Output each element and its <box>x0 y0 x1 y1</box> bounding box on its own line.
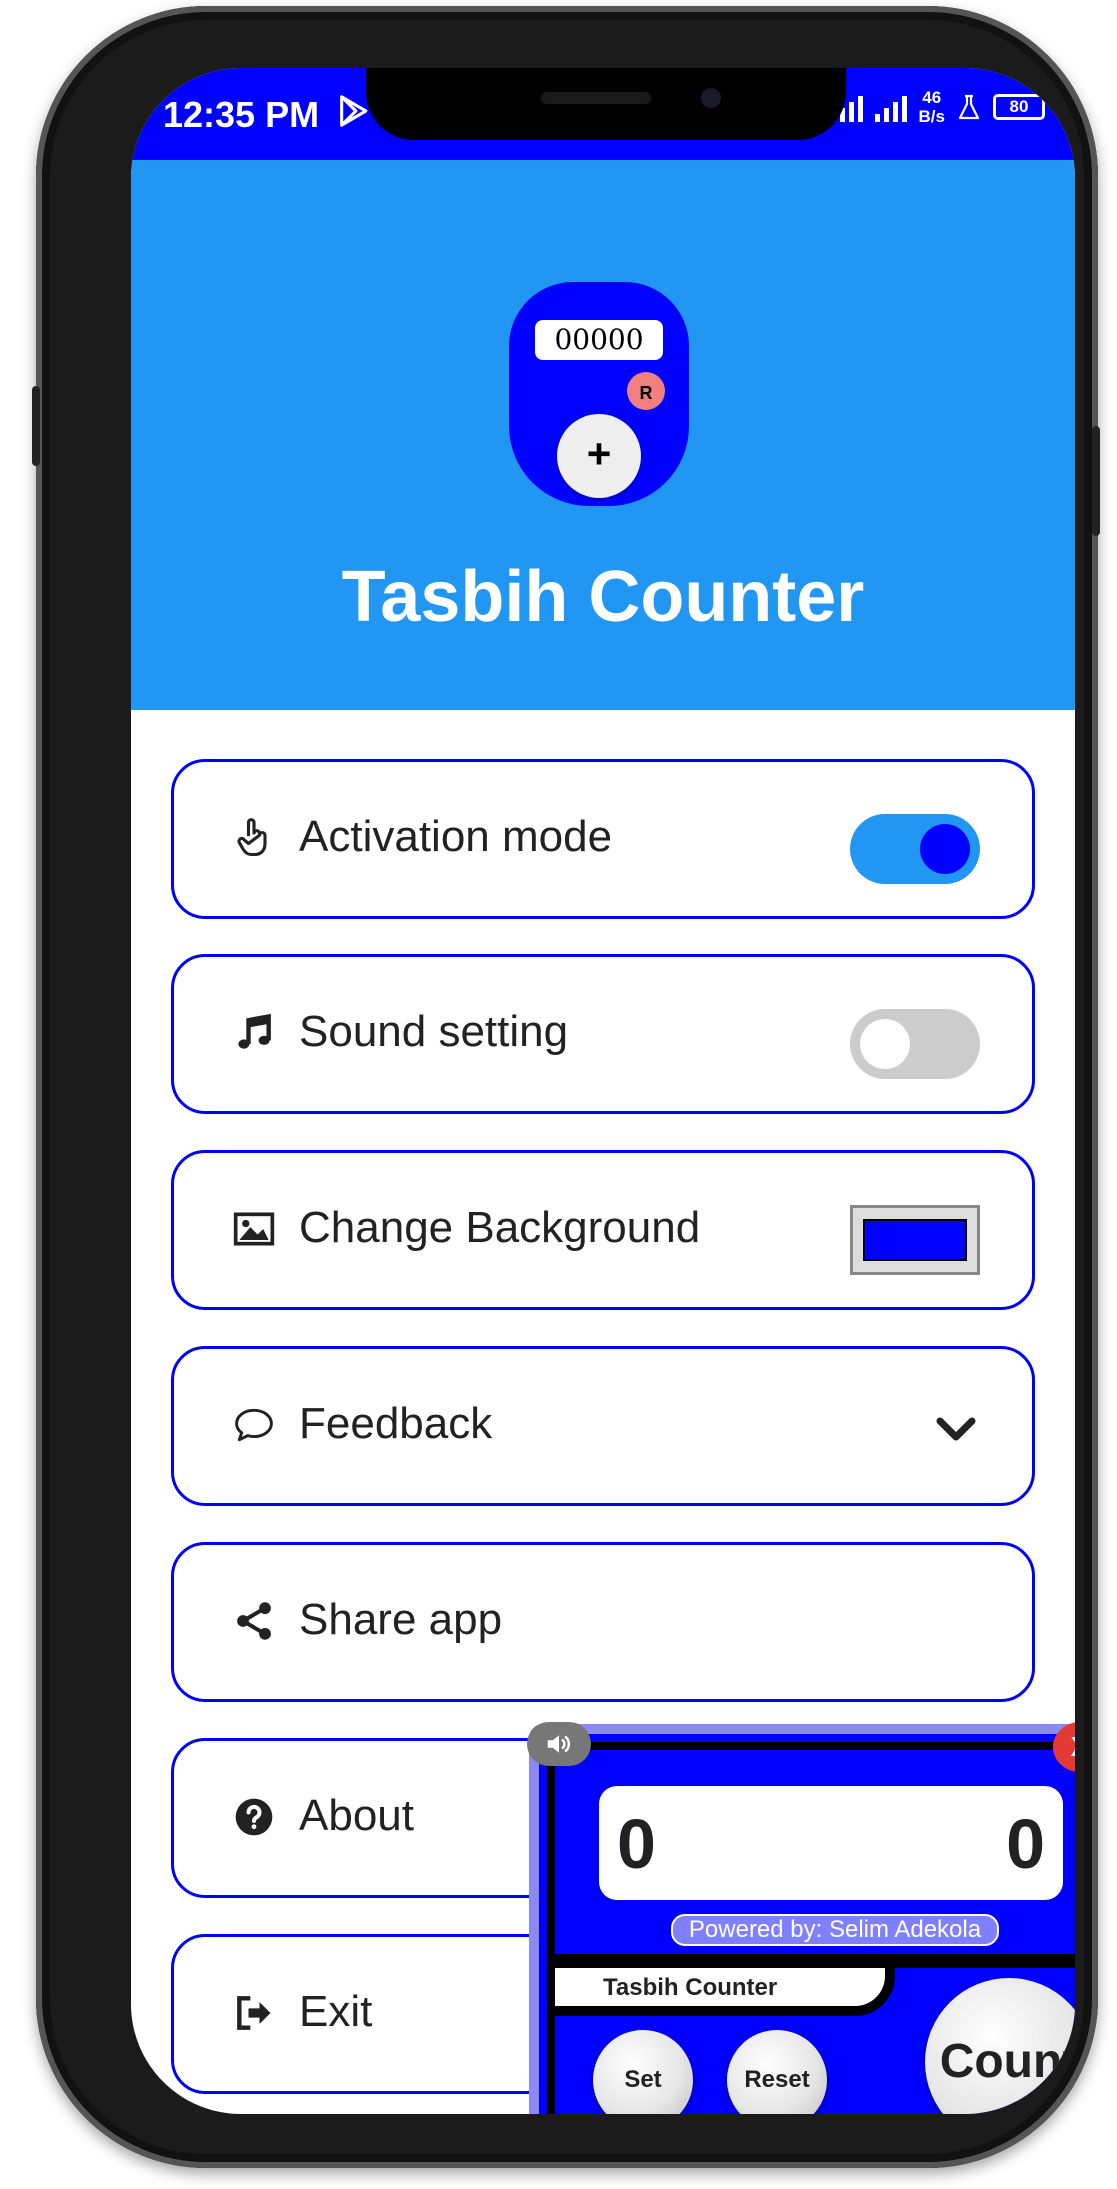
reset-button[interactable]: Reset <box>727 2030 827 2114</box>
sound-setting-row[interactable]: Sound setting <box>171 954 1035 1114</box>
toggle-knob <box>860 1019 910 1069</box>
share-app-label: Share app <box>299 1595 503 1644</box>
status-time: 12:35 PM <box>163 94 320 135</box>
play-store-icon <box>340 95 368 127</box>
feedback-row[interactable]: Feedback <box>171 1346 1035 1506</box>
counter-left-value: 0 <box>617 1805 656 1883</box>
share-icon <box>237 1602 271 1640</box>
flask-icon <box>958 94 980 120</box>
net-speed: 46 B/s <box>918 88 945 126</box>
sound-setting-toggle[interactable] <box>850 1009 980 1079</box>
battery-icon: 80 <box>993 94 1045 120</box>
floating-counter-widget[interactable]: 0 0 Powered by: Selim Adekola Tasbih Cou… <box>527 1722 1075 2114</box>
counter-right-value: 0 <box>1006 1805 1045 1883</box>
question-circle-icon <box>235 1798 273 1836</box>
color-swatch <box>863 1219 967 1261</box>
side-button <box>32 386 40 466</box>
speaker-icon <box>547 1735 571 1753</box>
earpiece <box>541 92 651 104</box>
widget-title-tab: Tasbih Counter <box>555 1968 895 2016</box>
about-label: About <box>299 1791 414 1840</box>
front-camera <box>701 88 721 108</box>
status-right: 46 B/s 80 <box>830 88 1045 126</box>
speech-bubble-icon <box>235 1408 273 1442</box>
activation-mode-toggle[interactable] <box>850 814 980 884</box>
camera-notch <box>366 68 846 140</box>
image-icon <box>233 1212 275 1246</box>
set-button[interactable]: Set <box>593 2030 693 2114</box>
status-bar: 12:35 PM 46 B/s 80 <box>131 68 1075 160</box>
counter-display: 0 0 <box>599 1786 1063 1900</box>
signal-icon-2 <box>874 92 907 122</box>
widget-body: 0 0 Powered by: Selim Adekola Tasbih Cou… <box>547 1742 1075 2114</box>
logo-display: 00000 <box>535 320 663 360</box>
powered-by-label: Powered by: Selim Adekola <box>671 1914 999 1946</box>
logo-reset-icon: R <box>627 372 665 410</box>
widget-divider <box>555 1954 1075 1968</box>
app-header: 00000 R + Tasbih Counter <box>131 160 1075 710</box>
background-color-picker[interactable] <box>850 1205 980 1275</box>
toggle-knob <box>920 824 970 874</box>
volume-button <box>1092 426 1100 536</box>
widget-sound-button[interactable] <box>527 1722 591 1766</box>
feedback-label: Feedback <box>299 1399 493 1448</box>
logo-plus-icon: + <box>557 414 641 498</box>
sound-setting-label: Sound setting <box>299 1007 569 1056</box>
change-background-row[interactable]: Change Background <box>171 1150 1035 1310</box>
count-button[interactable]: Count <box>925 1978 1075 2114</box>
change-background-label: Change Background <box>299 1203 701 1252</box>
exit-label: Exit <box>299 1987 373 2036</box>
hand-pointer-icon <box>237 818 267 857</box>
phone-frame: 12:35 PM 46 B/s 80 00000 R + Tasbih Coun… <box>32 6 1100 2168</box>
activation-mode-label: Activation mode <box>299 812 613 861</box>
music-note-icon <box>238 1013 271 1049</box>
tasbih-logo: 00000 R + <box>509 282 689 506</box>
app-title: Tasbih Counter <box>341 557 865 637</box>
phone-screen: 12:35 PM 46 B/s 80 00000 R + Tasbih Coun… <box>131 68 1075 2114</box>
activation-mode-row[interactable]: Activation mode <box>171 759 1035 919</box>
sign-out-icon <box>237 1996 271 2030</box>
chevron-down-icon[interactable] <box>932 1405 980 1453</box>
share-app-row[interactable]: Share app <box>171 1542 1035 1702</box>
